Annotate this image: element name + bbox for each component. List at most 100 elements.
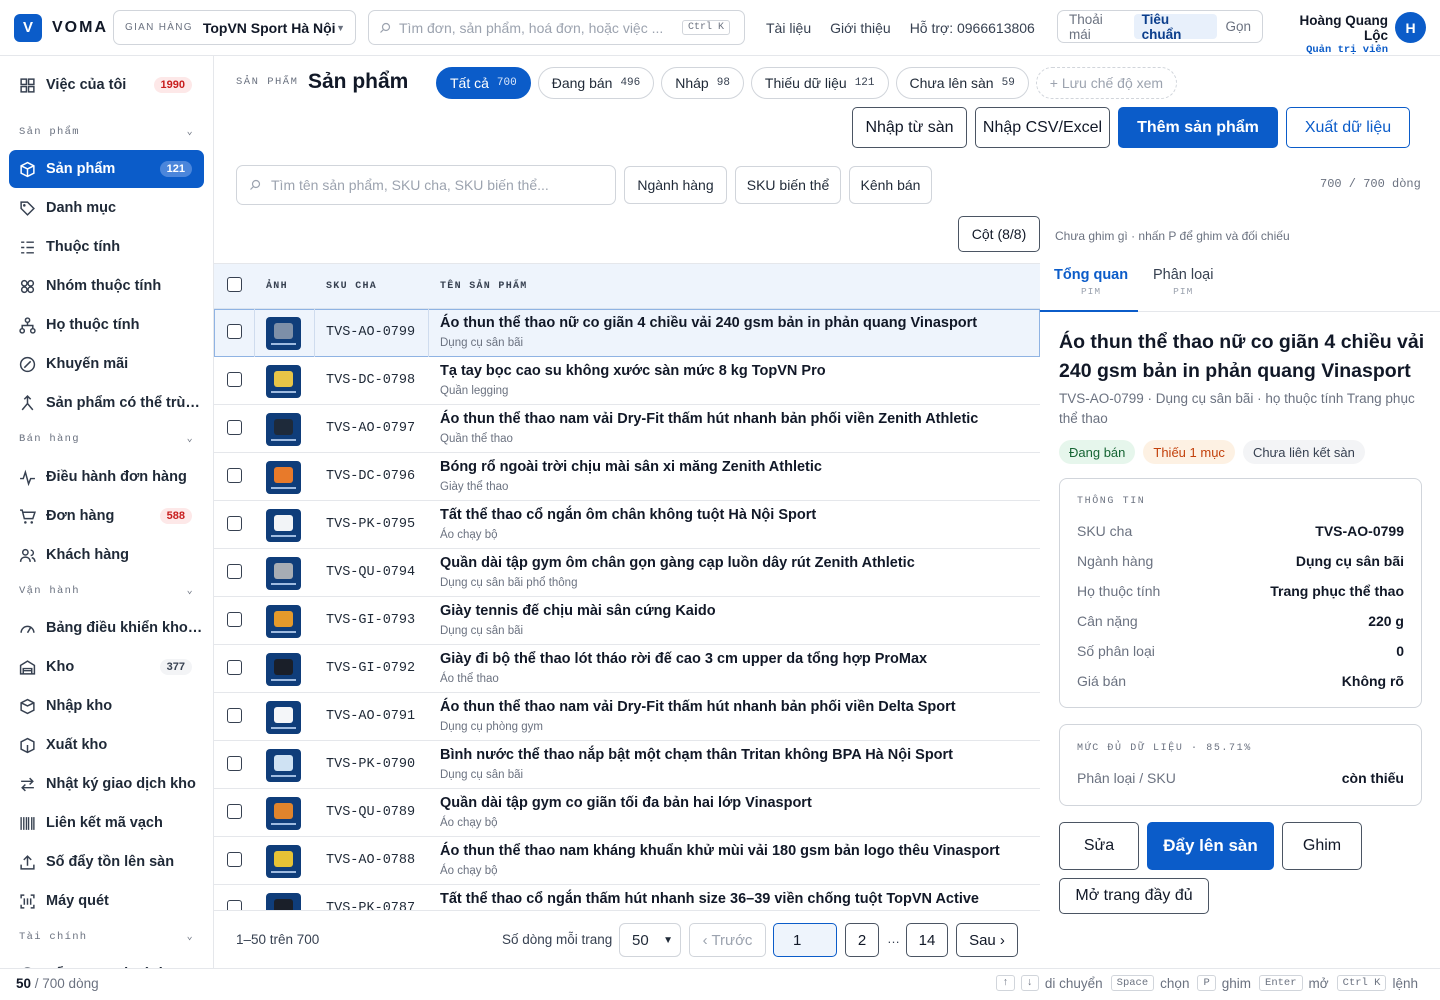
row-checkbox[interactable] [227, 468, 242, 483]
sidebar-item-0-1[interactable]: Danh mục [9, 189, 204, 227]
sidebar-item-2-2[interactable]: Nhập kho [9, 687, 204, 725]
tab-status-1[interactable]: Đang bán 496 [537, 67, 655, 99]
row-checkbox[interactable] [227, 708, 242, 723]
tab-status-3[interactable]: Thiếu dữ liệu 121 [750, 67, 889, 99]
docs-link[interactable]: Tài liệu [766, 20, 811, 36]
sidebar-item-2-7[interactable]: Máy quét [9, 882, 204, 920]
pin-button[interactable]: Ghim [1282, 822, 1362, 870]
sidebar-item-2-6[interactable]: Số đẩy tồn lên sàn [9, 843, 204, 881]
sidebar-section-1[interactable]: Bán hàng ⌄ [19, 433, 194, 445]
table-row[interactable]: TVS-AO-0788 Áo thun thể thao nam kháng kh… [214, 837, 1040, 885]
row-product-name[interactable]: Quần dài tập gym co giãn tối đa bản hai … [440, 795, 812, 811]
product-search-input[interactable]: Tìm tên sản phẩm, SKU cha, SKU biến thể.… [236, 165, 616, 205]
sidebar-item-0-3[interactable]: Nhóm thuộc tính [9, 267, 204, 305]
support-link[interactable]: Hỗ trợ: 0966613806 [910, 20, 1035, 36]
table-row[interactable]: TVS-DC-0796 Bóng rổ ngoài trời chịu mài s… [214, 453, 1040, 501]
tab-overview[interactable]: Tổng quan PIM [1040, 267, 1138, 312]
prev-page-button[interactable]: ‹ Trước [689, 923, 766, 957]
table-row[interactable]: TVS-DC-0798 Tạ tay bọc cao su không xước … [214, 357, 1040, 405]
tab-variants[interactable]: Phân loại PIM [1153, 267, 1213, 297]
sidebar-section-3[interactable]: Tài chính ⌄ [19, 931, 194, 943]
sidebar-item-0-6[interactable]: Sản phẩm có thể trùng lặp [9, 384, 204, 422]
page-1-button[interactable]: 1 [773, 923, 837, 957]
page-14-button[interactable]: 14 [906, 923, 948, 957]
table-row[interactable]: TVS-QU-0794 Quần dài tập gym ôm chân gọn … [214, 549, 1040, 597]
row-checkbox[interactable] [227, 372, 242, 387]
row-checkbox[interactable] [227, 852, 242, 867]
sidebar-item-1-1[interactable]: Đơn hàng 588 [9, 497, 204, 535]
row-product-name[interactable]: Tất thể thao cổ ngắn thấm hút nhanh size… [440, 891, 979, 907]
row-product-name[interactable]: Áo thun thể thao nữ co giãn 4 chiều vải … [440, 315, 977, 331]
row-checkbox[interactable] [227, 420, 242, 435]
row-checkbox[interactable] [227, 324, 242, 339]
column-header-name[interactable]: TÊN SẢN PHẨM [440, 281, 528, 292]
add-product-button[interactable]: Thêm sản phẩm [1118, 107, 1278, 148]
row-product-name[interactable]: Tạ tay bọc cao su không xước sàn mức 8 k… [440, 363, 826, 379]
tab-status-4[interactable]: Chưa lên sàn 59 [895, 67, 1029, 99]
row-product-name[interactable]: Tất thể thao cổ ngắn ôm chân không tuột … [440, 507, 816, 523]
row-product-name[interactable]: Bình nước thể thao nắp bật một chạm thân… [440, 747, 953, 763]
row-product-name[interactable]: Áo thun thể thao nam kháng khuẩn khử mùi… [440, 843, 1000, 859]
table-row[interactable]: TVS-PK-0795 Tất thể thao cổ ngắn ôm chân … [214, 501, 1040, 549]
row-checkbox[interactable] [227, 516, 242, 531]
row-checkbox[interactable] [227, 756, 242, 771]
row-product-name[interactable]: Áo thun thể thao nam vải Dry-Fit thấm hú… [440, 411, 978, 427]
density-comfortable[interactable]: Thoải mái [1061, 12, 1134, 42]
import-csv-button[interactable]: Nhập CSV/Excel [975, 107, 1110, 148]
row-product-name[interactable]: Giày tennis đế chịu mài sân cứng Kaido [440, 603, 716, 619]
column-header-image[interactable]: ẢNH [266, 281, 288, 292]
table-row[interactable]: TVS-PK-0787 Tất thể thao cổ ngắn thấm hút… [214, 885, 1040, 910]
push-to-market-button[interactable]: Đẩy lên sàn [1147, 822, 1274, 870]
sidebar-item-2-1[interactable]: Kho 377 [9, 648, 204, 686]
table-row[interactable]: TVS-PK-0790 Bình nước thể thao nắp bật mộ… [214, 741, 1040, 789]
row-checkbox[interactable] [227, 564, 242, 579]
row-product-name[interactable]: Giày đi bộ thể thao lót tháo rời đế cao … [440, 651, 927, 667]
row-product-name[interactable]: Bóng rổ ngoài trời chịu mài sân xi măng … [440, 459, 822, 475]
user-info[interactable]: Hoàng Quang Lộc Quản trị viên [1273, 13, 1389, 56]
row-checkbox[interactable] [227, 804, 242, 819]
rows-per-page-select[interactable]: 50 ▼ [619, 923, 681, 957]
filter-channel-button[interactable]: Kênh bán [849, 166, 932, 204]
table-row[interactable]: TVS-GI-0792 Giày đi bộ thể thao lót tháo … [214, 645, 1040, 693]
sidebar-section-0[interactable]: Sản phẩm ⌄ [19, 126, 194, 138]
sidebar-item-2-5[interactable]: Liên kết mã vạch [9, 804, 204, 842]
app-logo[interactable]: V VOMA [14, 13, 108, 42]
page-2-button[interactable]: 2 [845, 923, 879, 957]
density-standard[interactable]: Tiêu chuẩn [1133, 12, 1218, 42]
about-link[interactable]: Giới thiệu [830, 20, 891, 36]
next-page-button[interactable]: Sau › [956, 923, 1018, 957]
table-row[interactable]: TVS-QU-0789 Quần dài tập gym co giãn tối … [214, 789, 1040, 837]
import-from-market-button[interactable]: Nhập từ sàn [852, 107, 967, 148]
store-selector[interactable]: GIAN HÀNG TopVN Sport Hà Nội ▼ [113, 10, 356, 45]
table-row[interactable]: TVS-GI-0793 Giày tennis đế chịu mài sân c… [214, 597, 1040, 645]
sidebar-item-0-0[interactable]: Sản phẩm 121 [9, 150, 204, 188]
sidebar-item-2-0[interactable]: Bảng điều khiển kho hàng [9, 609, 204, 647]
sidebar-item-0-4[interactable]: Họ thuộc tính [9, 306, 204, 344]
select-all-checkbox[interactable] [227, 277, 242, 292]
row-checkbox[interactable] [227, 900, 242, 910]
global-search[interactable]: Tìm đơn, sản phẩm, hoá đơn, hoặc việc ..… [368, 10, 745, 45]
filter-variant-sku-button[interactable]: SKU biến thể [735, 166, 841, 204]
edit-button[interactable]: Sửa [1059, 822, 1139, 870]
column-header-sku[interactable]: SKU CHA [326, 281, 377, 292]
sidebar-item-3-0[interactable]: Tổng quan hoá đơn [9, 955, 204, 968]
sidebar-item-1-0[interactable]: Điều hành đơn hàng [9, 458, 204, 496]
sidebar-item-my-tasks[interactable]: Việc của tôi 1990 [9, 66, 204, 104]
filter-category-button[interactable]: Ngành hàng [624, 166, 727, 204]
table-row[interactable]: TVS-AO-0797 Áo thun thể thao nam vải Dry-… [214, 405, 1040, 453]
tab-status-5[interactable]: + Lưu chế độ xem [1035, 67, 1178, 99]
sidebar-item-2-4[interactable]: Nhật ký giao dịch kho [9, 765, 204, 803]
export-button[interactable]: Xuất dữ liệu [1286, 107, 1410, 148]
tab-status-2[interactable]: Nháp 98 [661, 67, 744, 99]
table-row[interactable]: TVS-AO-0799 Áo thun thể thao nữ co giãn 4… [214, 309, 1040, 357]
sidebar-item-2-3[interactable]: Xuất kho [9, 726, 204, 764]
sidebar-section-2[interactable]: Vận hành ⌄ [19, 585, 194, 597]
columns-button[interactable]: Cột (8/8) [958, 216, 1040, 252]
open-full-page-button[interactable]: Mở trang đầy đủ [1059, 878, 1209, 914]
density-compact[interactable]: Gọn [1217, 14, 1259, 39]
tab-status-0[interactable]: Tất cả 700 [436, 67, 531, 99]
sidebar-item-1-2[interactable]: Khách hàng [9, 536, 204, 574]
row-checkbox[interactable] [227, 612, 242, 627]
row-product-name[interactable]: Áo thun thể thao nam vải Dry-Fit thấm hú… [440, 699, 956, 715]
sidebar-item-0-2[interactable]: Thuộc tính [9, 228, 204, 266]
